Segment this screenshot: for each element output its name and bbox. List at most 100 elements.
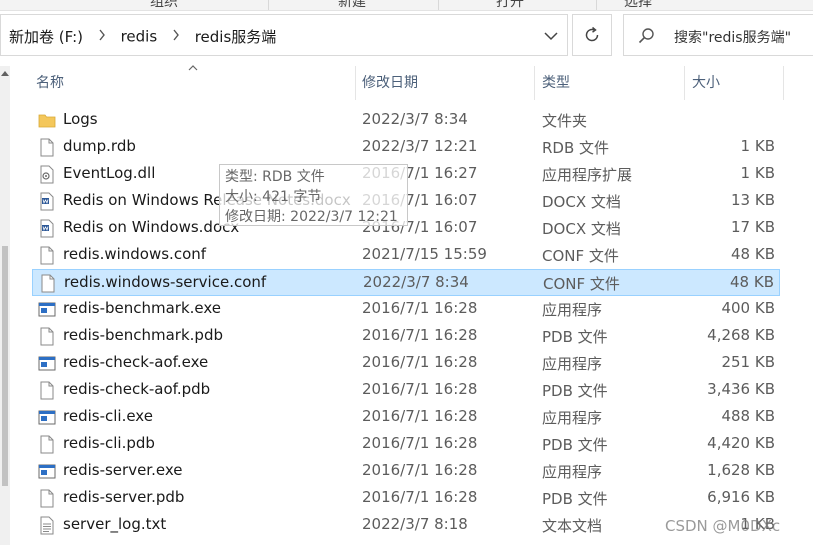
search-input[interactable]: 搜索"redis服务端" [623,14,813,56]
file-date: 2016/7/1 16:28 [362,353,478,371]
file-type: 应用程序 [542,409,603,427]
column-header-size[interactable]: 大小 [682,66,792,100]
file-row[interactable]: redis-cli.exe 2016/7/1 16:28 应用程序 488 KB [32,404,780,431]
navigation-pane-scrollbar[interactable] [0,66,10,545]
file-icon [38,435,56,454]
tooltip-size: 大小: 421 字节 [225,189,322,205]
file-row[interactable]: redis.windows.conf 2021/7/15 15:59 CONF … [32,242,780,269]
file-type: DOCX 文档 [542,193,621,211]
chevron-right-icon[interactable] [98,29,106,45]
file-icon [39,274,57,293]
refresh-button[interactable] [572,14,612,56]
file-row[interactable]: dump.rdb 2022/3/7 12:21 RDB 文件 1 KB [32,134,780,161]
exe-icon [38,300,56,319]
file-date: 2016/7/1 16:28 [362,407,478,425]
breadcrumb: 新加卷 (F:) redis redis服务端 [9,26,276,47]
file-row-selected[interactable]: redis.windows-service.conf 2022/3/7 8:34… [32,269,780,296]
file-row[interactable]: redis-benchmark.exe 2016/7/1 16:28 应用程序 … [32,296,780,323]
tooltip-modified: 修改日期: 2022/3/7 12:21 [225,209,398,225]
chevron-down-icon[interactable] [542,28,560,44]
ribbon-divider [438,0,439,10]
file-name: redis-check-aof.exe [63,353,209,371]
file-size: 1 KB [740,164,775,182]
file-date: 2016/7/1 16:28 [362,434,478,452]
scroll-up-arrow-icon[interactable] [1,70,9,76]
file-date: 2022/3/7 8:34 [363,273,469,291]
exe-icon [38,462,56,481]
file-type: 文本文档 [542,517,603,535]
file-name: redis-server.exe [63,461,183,479]
file-size: 400 KB [721,299,775,317]
file-size: 13 KB [731,191,775,209]
file-row[interactable]: redis-server.pdb 2016/7/1 16:28 PDB 文件 6… [32,485,780,512]
file-name: Redis on Windows.docx [63,218,240,236]
file-size: 488 KB [721,407,775,425]
ribbon-label-new[interactable]: 新建 [338,0,366,10]
file-size: 1,628 KB [707,461,775,479]
file-size: 48 KB [730,273,774,291]
ribbon-divider [596,0,597,10]
file-size: 17 KB [731,218,775,236]
file-icon [38,489,56,508]
file-name: EventLog.dll [63,164,156,182]
file-name: server_log.txt [63,515,167,533]
file-type: CONF 文件 [543,275,620,293]
ribbon-label-select[interactable]: 选择 [624,0,652,10]
folder-icon [38,111,56,130]
file-row[interactable]: redis-check-aof.pdb 2016/7/1 16:28 PDB 文… [32,377,780,404]
file-type: 文件夹 [542,112,588,130]
column-header-name[interactable]: 名称 [26,66,356,100]
file-date: 2022/3/7 8:34 [362,110,468,128]
search-icon [638,28,654,44]
scrollbar-thumb[interactable] [2,246,8,486]
exe-icon [38,408,56,427]
file-date: 2016/7/1 16:28 [362,488,478,506]
file-date: 2016/7/1 16:28 [362,461,478,479]
file-date: 2022/3/7 8:18 [362,515,468,533]
column-header-type[interactable]: 类型 [532,66,682,100]
file-icon [38,381,56,400]
file-type: 应用程序 [542,463,603,481]
breadcrumb-item-current[interactable]: redis服务端 [195,28,277,46]
ribbon-label-open[interactable]: 打开 [496,0,524,10]
file-type: RDB 文件 [542,139,610,157]
file-name: redis-cli.exe [63,407,153,425]
file-icon [38,138,56,157]
file-info-tooltip: 类型: RDB 文件 大小: 421 字节 修改日期: 2022/3/7 12:… [219,164,408,226]
file-date: 2016/7/1 16:28 [362,380,478,398]
file-icon [38,327,56,346]
file-type: PDB 文件 [542,436,608,454]
txt-icon [38,516,56,535]
file-row[interactable]: redis-server.exe 2016/7/1 16:28 应用程序 1,6… [32,458,780,485]
file-date: 2021/7/15 15:59 [362,245,487,263]
breadcrumb-item-drive[interactable]: 新加卷 (F:) [9,28,83,46]
file-type: 应用程序扩展 [542,166,633,184]
file-size: 48 KB [731,245,775,263]
column-divider[interactable] [783,66,784,100]
column-header-date[interactable]: 修改日期 [352,66,532,100]
file-date: 2022/3/7 12:21 [362,137,478,155]
file-size: 4,420 KB [707,434,775,452]
ribbon-strip: 组织 新建 打开 选择 [0,0,813,11]
file-size: 3,436 KB [707,380,775,398]
file-name: redis-check-aof.pdb [63,380,211,398]
file-row[interactable]: Logs 2022/3/7 8:34 文件夹 [32,107,780,134]
file-size: 6,916 KB [707,488,775,506]
file-row[interactable]: redis-benchmark.pdb 2016/7/1 16:28 PDB 文… [32,323,780,350]
file-size: 1 KB [740,137,775,155]
address-bar[interactable]: 新加卷 (F:) redis redis服务端 [0,14,568,56]
file-type: PDB 文件 [542,382,608,400]
file-name: redis.windows.conf [63,245,207,263]
exe-icon [38,354,56,373]
ribbon-label-organize[interactable]: 组织 [150,0,178,10]
breadcrumb-item-redis[interactable]: redis [121,28,158,46]
file-name: redis-benchmark.pdb [63,326,223,344]
chevron-right-icon[interactable] [172,29,180,45]
file-name: redis-cli.pdb [63,434,155,452]
file-size: 251 KB [721,353,775,371]
file-name: Logs [63,110,98,128]
file-name: redis-server.pdb [63,488,185,506]
ribbon-divider [268,0,269,10]
file-row[interactable]: redis-cli.pdb 2016/7/1 16:28 PDB 文件 4,42… [32,431,780,458]
file-row[interactable]: redis-check-aof.exe 2016/7/1 16:28 应用程序 … [32,350,780,377]
